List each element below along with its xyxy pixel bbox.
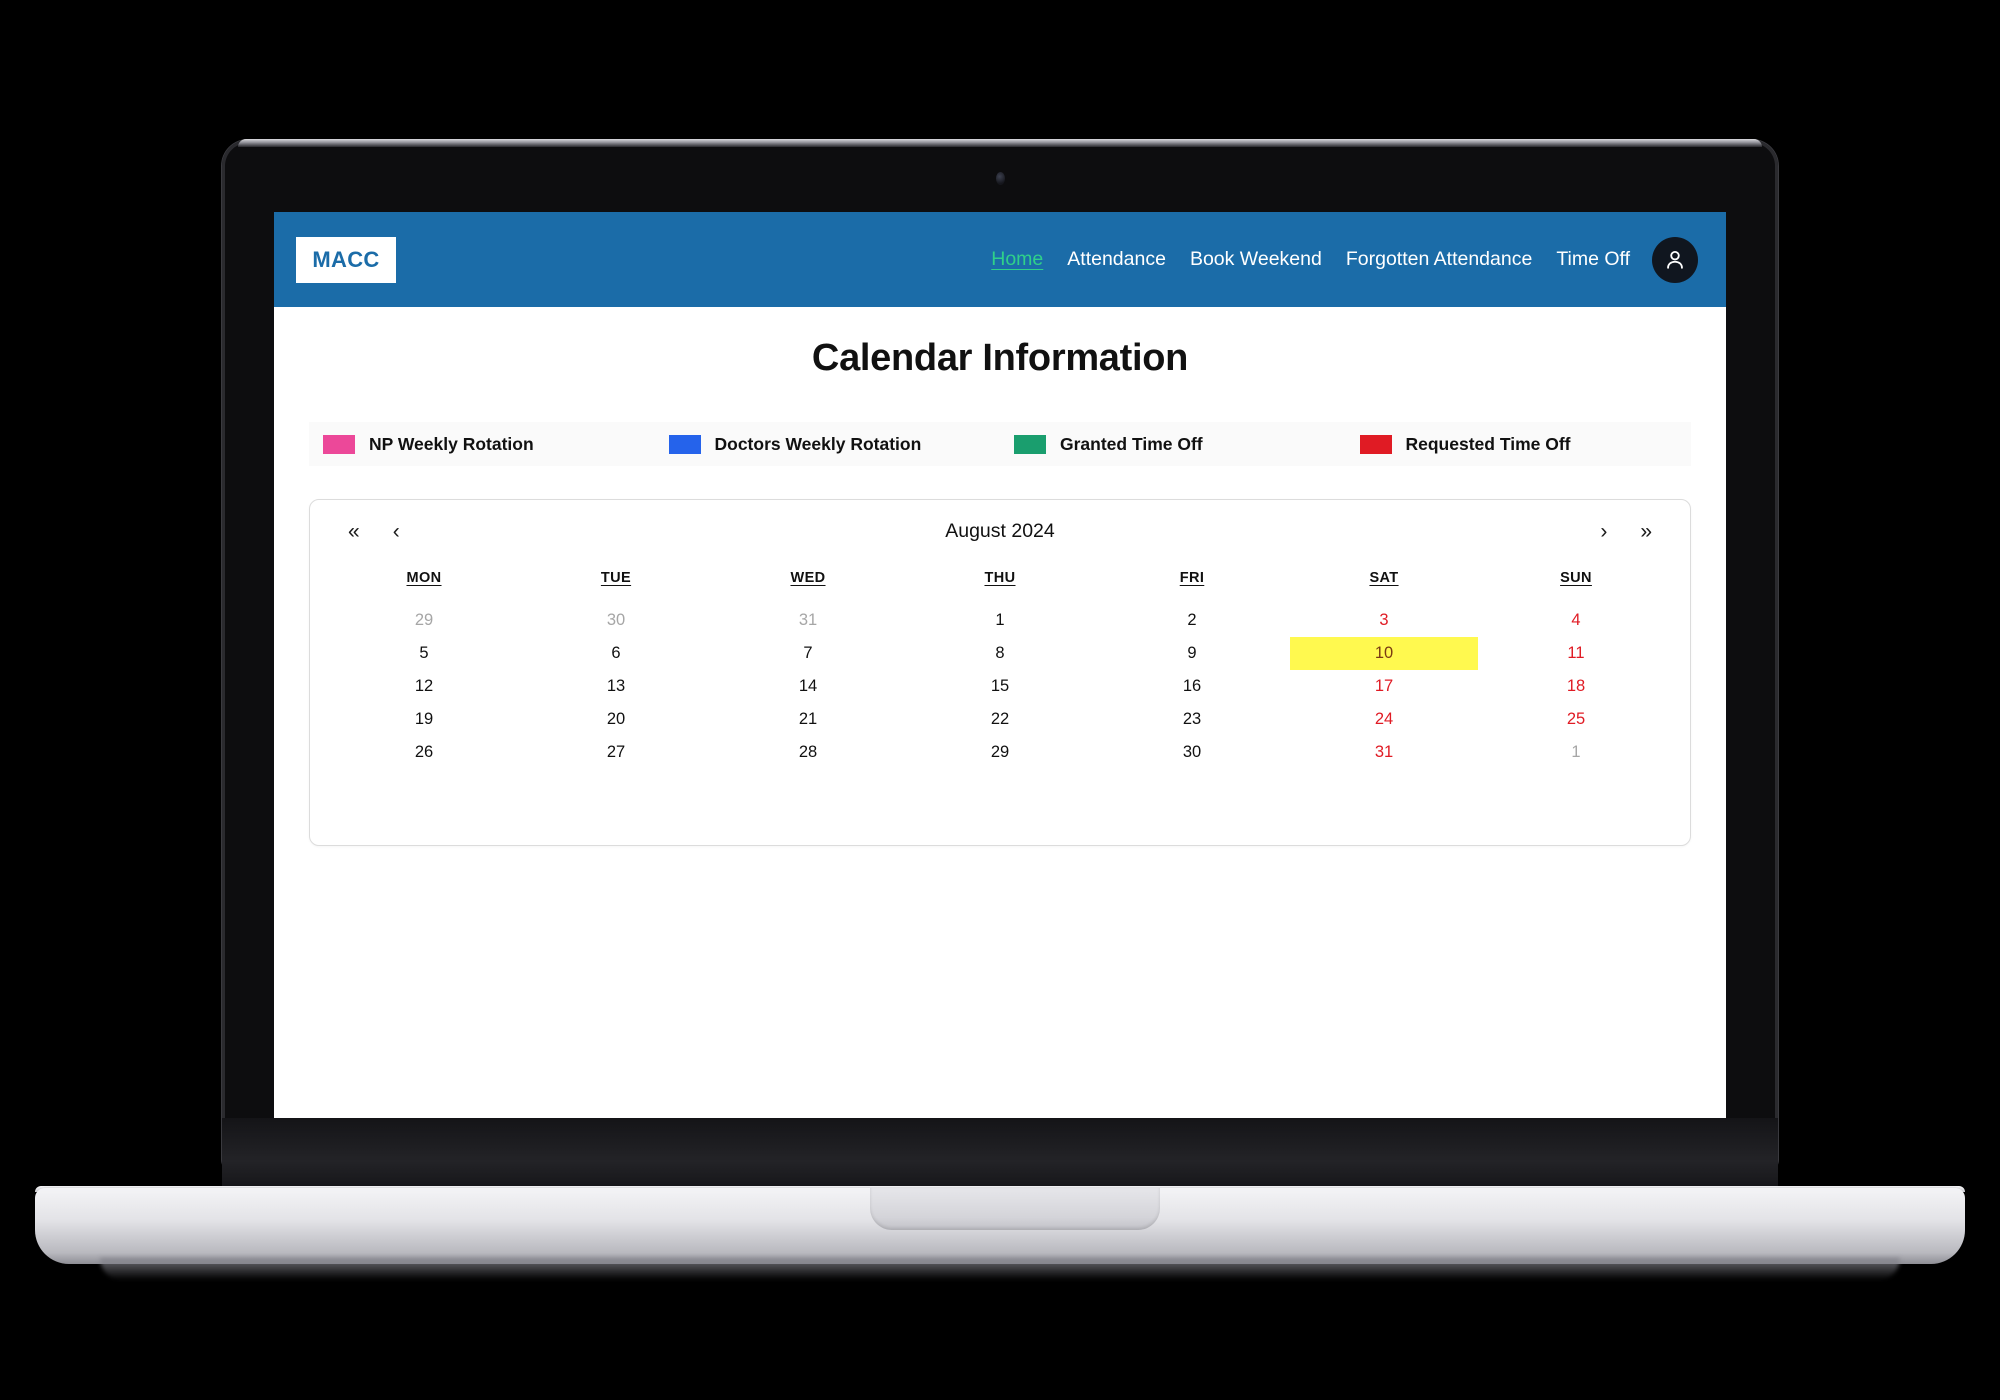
calendar-day-cell[interactable]: 21 xyxy=(714,703,902,736)
calendar-prev-month-icon[interactable]: ‹ xyxy=(393,521,400,542)
calendar-day-cell[interactable]: 31 xyxy=(714,604,902,637)
legend-swatch-red xyxy=(1359,434,1392,454)
calendar-day-cell[interactable]: 14 xyxy=(714,670,902,703)
calendar-day-cell[interactable]: 26 xyxy=(330,736,518,769)
top-navbar: MACC Home Attendance Book Weekend Forgot… xyxy=(274,212,1726,307)
calendar-day-cell[interactable]: 22 xyxy=(906,703,1094,736)
calendar-day-cell[interactable]: 6 xyxy=(522,637,710,670)
legend-item-requested-time-off: Requested Time Off xyxy=(1346,434,1692,455)
laptop-base-notch xyxy=(870,1188,1160,1230)
nav-link-home[interactable]: Home xyxy=(991,248,1043,271)
legend-label: Granted Time Off xyxy=(1060,433,1203,454)
calendar-day-cell[interactable]: 20 xyxy=(522,703,710,736)
calendar-day-cell[interactable]: 31 xyxy=(1290,736,1478,769)
calendar-day-cell[interactable]: 23 xyxy=(1098,703,1286,736)
nav-link-forgotten-attendance[interactable]: Forgotten Attendance xyxy=(1346,248,1532,271)
legend-label: NP Weekly Rotation xyxy=(369,433,534,454)
calendar-day-cell[interactable]: 3 xyxy=(1290,604,1478,637)
weekday-header-sat: SAT xyxy=(1369,570,1399,586)
calendar-day-cell[interactable]: 11 xyxy=(1482,637,1670,670)
legend-item-granted-time-off: Granted Time Off xyxy=(1000,434,1346,455)
nav-link-attendance[interactable]: Attendance xyxy=(1067,248,1166,271)
calendar-day-cell[interactable]: 18 xyxy=(1482,670,1670,703)
brand-logo[interactable]: MACC xyxy=(296,236,396,283)
user-avatar-button[interactable] xyxy=(1652,236,1698,283)
weekday-header-sun: SUN xyxy=(1560,570,1592,586)
calendar-day-cell-today[interactable]: 10 xyxy=(1290,637,1478,670)
calendar-day-cell[interactable]: 27 xyxy=(522,736,710,769)
calendar-day-cell[interactable]: 15 xyxy=(906,670,1094,703)
calendar-card: « ‹ August 2024 › » MON TUE WED THU FRI … xyxy=(309,499,1691,846)
laptop-lid-top-edge xyxy=(238,139,1762,147)
screenshot-stage: MACC Home Attendance Book Weekend Forgot… xyxy=(0,0,2000,1400)
legend-label: Doctors Weekly Rotation xyxy=(714,433,922,454)
weekday-header-mon: MON xyxy=(406,570,442,586)
user-avatar-icon xyxy=(1667,250,1683,269)
calendar-day-cell[interactable]: 8 xyxy=(906,637,1094,670)
weekday-header-wed: WED xyxy=(790,570,826,586)
calendar-day-cell[interactable]: 5 xyxy=(330,637,518,670)
laptop-hinge xyxy=(222,1118,1778,1190)
calendar-day-cell[interactable]: 25 xyxy=(1482,703,1670,736)
calendar-first-year-icon[interactable]: « xyxy=(348,521,360,542)
calendar-day-cell[interactable]: 30 xyxy=(522,604,710,637)
legend-swatch-green xyxy=(1014,434,1046,454)
laptop-base-shadow xyxy=(100,1258,1900,1280)
legend-item-np-weekly-rotation: NP Weekly Rotation xyxy=(309,434,655,455)
legend-swatch-blue xyxy=(668,434,701,454)
calendar-day-cell[interactable]: 19 xyxy=(330,703,518,736)
legend-swatch-pink xyxy=(323,434,355,454)
navbar-links: Home Attendance Book Weekend Forgotten A… xyxy=(991,248,1630,271)
calendar-month-title: August 2024 xyxy=(945,519,1055,542)
legend-label: Requested Time Off xyxy=(1405,433,1571,454)
calendar-day-cell[interactable]: 17 xyxy=(1290,670,1478,703)
calendar-day-cell[interactable]: 4 xyxy=(1482,604,1670,637)
calendar-day-cell[interactable]: 29 xyxy=(330,604,518,637)
calendar-day-cell[interactable]: 9 xyxy=(1098,637,1286,670)
calendar-day-cell[interactable]: 24 xyxy=(1290,703,1478,736)
calendar-day-cell[interactable]: 1 xyxy=(1482,736,1670,769)
calendar-day-cell[interactable]: 13 xyxy=(522,670,710,703)
calendar-day-cell[interactable]: 12 xyxy=(330,670,518,703)
calendar-header: « ‹ August 2024 › » xyxy=(310,500,1690,562)
calendar-nav-right: › » xyxy=(1600,521,1652,542)
calendar-day-cell[interactable]: 7 xyxy=(714,637,902,670)
webcam-icon xyxy=(996,172,1005,185)
laptop-screen: MACC Home Attendance Book Weekend Forgot… xyxy=(274,212,1726,1132)
calendar-nav-left: « ‹ xyxy=(348,521,400,542)
legend-bar: NP Weekly Rotation Doctors Weekly Rotati… xyxy=(309,422,1691,466)
nav-link-time-off[interactable]: Time Off xyxy=(1556,248,1630,271)
weekday-header-tue: TUE xyxy=(600,570,632,586)
calendar-next-month-icon[interactable]: › xyxy=(1600,521,1607,542)
calendar-day-cell[interactable]: 30 xyxy=(1098,736,1286,769)
calendar-last-year-icon[interactable]: » xyxy=(1640,521,1652,542)
calendar-grid: MON TUE WED THU FRI SAT SUN 29 30 31 1 2 3 4 5 6… xyxy=(310,562,1690,779)
calendar-day-cell[interactable]: 1 xyxy=(906,604,1094,637)
page-title: Calendar Information xyxy=(811,337,1189,379)
calendar-day-cell[interactable]: 28 xyxy=(714,736,902,769)
calendar-day-cell[interactable]: 29 xyxy=(906,736,1094,769)
calendar-day-cell[interactable]: 16 xyxy=(1098,670,1286,703)
weekday-header-fri: FRI xyxy=(1179,570,1205,586)
weekday-header-thu: THU xyxy=(984,570,1016,586)
nav-link-book-weekend[interactable]: Book Weekend xyxy=(1190,248,1322,271)
legend-item-doctors-weekly-rotation: Doctors Weekly Rotation xyxy=(655,434,1001,455)
calendar-day-cell[interactable]: 2 xyxy=(1098,604,1286,637)
